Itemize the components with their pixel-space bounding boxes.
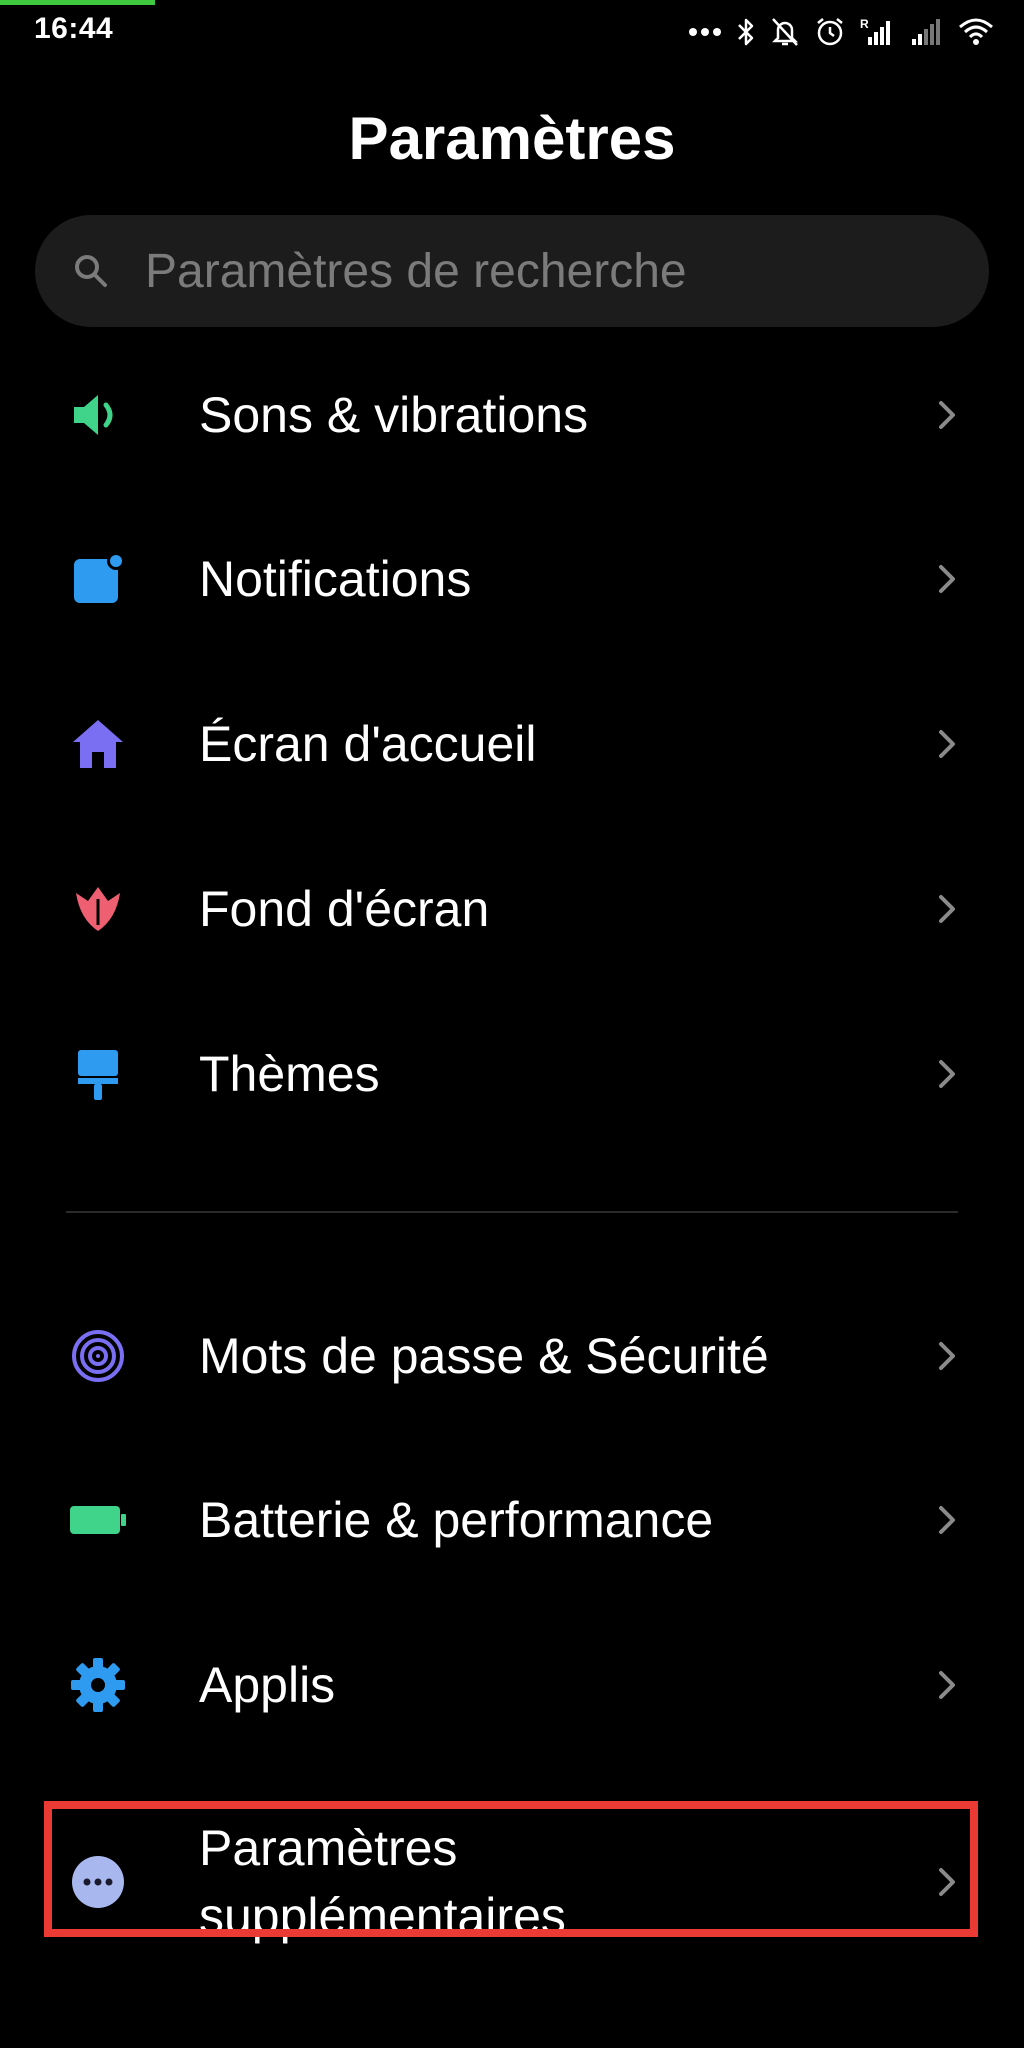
highlight-annotation-box: [44, 1801, 978, 1937]
chevron-right-icon: [932, 559, 962, 599]
chevron-right-icon: [932, 1500, 962, 1540]
svg-text:R: R: [860, 17, 869, 31]
battery-icon: [68, 1490, 128, 1550]
bell-off-icon: [770, 16, 800, 48]
notification-square-icon: [68, 549, 128, 609]
settings-item-label: Notifications: [199, 551, 472, 607]
section-divider: [66, 1211, 958, 1213]
chevron-right-icon: [932, 395, 962, 435]
alarm-icon: [814, 16, 846, 48]
settings-item-themes[interactable]: Thèmes: [0, 1009, 1024, 1139]
speaker-icon: [68, 385, 128, 445]
settings-item-label: Mots de passe & Sécurité: [199, 1328, 769, 1384]
settings-item-battery-performance[interactable]: Batterie & performance: [0, 1455, 1024, 1585]
page-title: Paramètres: [348, 105, 676, 172]
chevron-right-icon: [932, 889, 962, 929]
settings-item-sound[interactable]: Sons & vibrations: [0, 350, 1024, 480]
settings-item-apps[interactable]: Applis: [0, 1620, 1024, 1750]
status-bar: 16:44 R: [0, 0, 1024, 70]
chevron-right-icon: [932, 1054, 962, 1094]
fingerprint-icon: [68, 1326, 128, 1386]
settings-item-label: Batterie & performance: [199, 1492, 714, 1548]
chevron-right-icon: [932, 1336, 962, 1376]
gear-icon: [68, 1655, 128, 1715]
settings-item-label: Thèmes: [199, 1046, 380, 1102]
search-bar[interactable]: [35, 215, 989, 327]
settings-item-home-screen[interactable]: Écran d'accueil: [0, 679, 1024, 809]
paint-roller-icon: [68, 1044, 128, 1104]
settings-item-wallpaper[interactable]: Fond d'écran: [0, 844, 1024, 974]
status-time: 16:44: [34, 12, 114, 45]
tulip-icon: [68, 879, 128, 939]
more-dots-icon: [688, 27, 722, 37]
settings-item-label: Sons & vibrations: [199, 387, 589, 443]
settings-item-passwords-security[interactable]: Mots de passe & Sécurité: [0, 1291, 1024, 1421]
search-icon: [71, 251, 111, 291]
settings-item-label: Applis: [199, 1657, 336, 1713]
wifi-icon: [958, 17, 994, 47]
chevron-right-icon: [932, 724, 962, 764]
chevron-right-icon: [932, 1665, 962, 1705]
settings-item-label: Écran d'accueil: [199, 716, 537, 772]
status-icons: R: [688, 12, 994, 52]
signal-icon: [910, 17, 944, 47]
settings-item-notifications[interactable]: Notifications: [0, 514, 1024, 644]
home-icon: [68, 714, 128, 774]
search-input[interactable]: [143, 242, 967, 300]
settings-item-label: Fond d'écran: [199, 881, 490, 937]
bluetooth-icon: [736, 17, 756, 47]
signal-r-icon: R: [860, 17, 896, 47]
